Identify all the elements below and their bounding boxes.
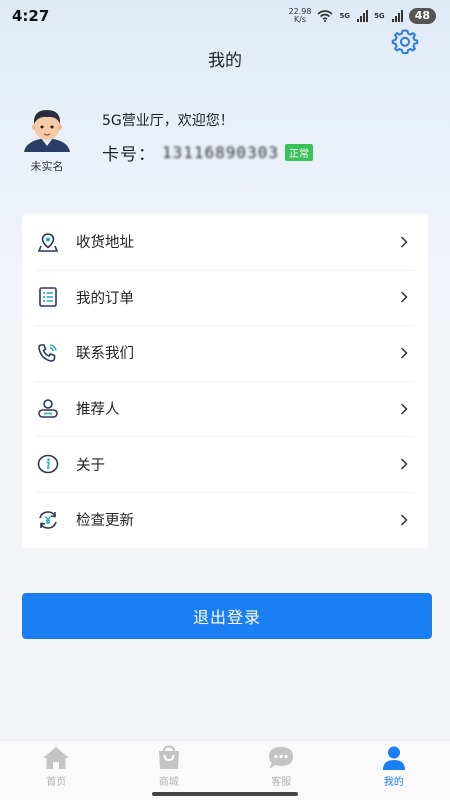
- battery-indicator: 48: [408, 8, 436, 24]
- referrer-icon: [36, 397, 60, 421]
- menu-item-referrer[interactable]: 推荐人: [22, 380, 428, 437]
- tab-label: 商城: [158, 777, 179, 788]
- info-icon: [36, 452, 60, 476]
- avatar-caption: 未实名: [30, 160, 64, 173]
- menu-item-label: 联系我们: [76, 346, 134, 363]
- menu-item-contact-us[interactable]: 联系我们: [22, 325, 428, 381]
- menu-item-my-orders[interactable]: 我的订单: [22, 269, 428, 326]
- tab-home[interactable]: 首页: [0, 741, 113, 800]
- card-number-row: 卡号： 13116890303 正常: [102, 140, 313, 165]
- avatar-icon: [24, 110, 70, 152]
- sim2-network-tag: 5G: [374, 12, 385, 20]
- menu-item-label: 收货地址: [76, 235, 134, 252]
- home-indicator[interactable]: [152, 792, 298, 796]
- chevron-right-icon: [400, 290, 410, 304]
- card-number: 13116890303: [162, 143, 279, 162]
- chat-bubble-icon: [267, 745, 295, 771]
- gear-icon: [391, 29, 419, 55]
- tab-label: 我的: [383, 777, 404, 788]
- status-bar: 4:27 22.98 K/s 5G 5G 48: [0, 0, 450, 32]
- tab-mine[interactable]: 我的: [338, 741, 450, 800]
- menu-list: 收货地址 我的订单 联系我们 推荐人 关于 检查更新: [22, 214, 428, 548]
- menu-item-about[interactable]: 关于: [22, 436, 428, 492]
- card-label: 卡号：: [102, 145, 156, 165]
- menu-item-label: 检查更新: [76, 513, 134, 530]
- chevron-right-icon: [400, 457, 410, 471]
- welcome-text: 5G营业厅，欢迎您！: [102, 113, 234, 129]
- menu-item-label: 我的订单: [76, 290, 134, 307]
- status-badge: 正常: [284, 144, 313, 161]
- status-icons: 22.98 K/s 5G 5G 48: [289, 8, 436, 24]
- shopping-bag-icon: [155, 745, 183, 771]
- clock: 4:27: [12, 7, 50, 25]
- network-speed: 22.98 K/s: [289, 8, 312, 24]
- chevron-right-icon: [400, 346, 410, 360]
- network-speed-unit: K/s: [293, 15, 307, 24]
- logout-button[interactable]: 退出登录: [22, 593, 432, 639]
- chevron-right-icon: [400, 235, 410, 249]
- menu-item-label: 推荐人: [76, 402, 120, 419]
- refresh-update-icon: [36, 508, 60, 532]
- avatar[interactable]: 未实名: [12, 106, 82, 174]
- sim1-network-tag: 5G: [339, 12, 351, 20]
- tab-label: 客服: [271, 777, 292, 788]
- wifi-icon: [317, 10, 333, 22]
- page-title: 我的: [208, 51, 242, 71]
- home-icon: [42, 745, 70, 771]
- profile-section: 未实名 5G营业厅，欢迎您！ 卡号： 13116890303 正常: [12, 106, 438, 176]
- order-list-icon: [36, 285, 60, 309]
- chevron-right-icon: [400, 402, 410, 416]
- user-icon: [380, 745, 408, 771]
- signal-icon: [391, 10, 403, 22]
- settings-button[interactable]: [390, 26, 420, 56]
- chevron-right-icon: [400, 513, 410, 527]
- tab-label: 首页: [46, 777, 67, 788]
- phone-call-icon: [36, 341, 60, 365]
- menu-item-shipping-address[interactable]: 收货地址: [22, 214, 428, 270]
- menu-item-label: 关于: [76, 457, 105, 474]
- location-pin-icon: [36, 230, 60, 254]
- bottom-tab-bar: 首页 商城 客服 我的: [0, 740, 450, 800]
- menu-item-check-update[interactable]: 检查更新: [22, 491, 428, 548]
- signal-icon: [357, 10, 369, 22]
